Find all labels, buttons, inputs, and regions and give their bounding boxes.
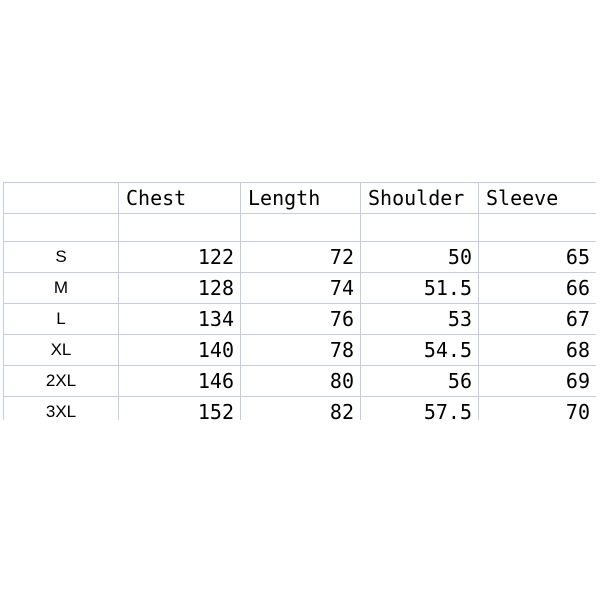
cell-length: 78 [240,334,361,366]
cell-chest: 152 [118,396,241,420]
cell-sleeve: 68 [478,334,596,366]
cell-size: M [3,272,119,304]
table-row: M 128 74 51.5 66 [3,272,596,304]
table-row: 3XL 152 82 57.5 70 [3,396,596,420]
cell-length: 72 [240,241,361,273]
table-row: L 134 76 53 67 [3,303,596,335]
spacer-cell-shoulder [360,213,479,242]
cell-size: 2XL [3,365,119,397]
cell-length: 76 [240,303,361,335]
cell-shoulder: 51.5 [360,272,479,304]
spacer-cell-length [240,213,361,242]
cell-sleeve: 67 [478,303,596,335]
cell-chest: 122 [118,241,241,273]
column-header-size [3,182,119,214]
cell-chest: 128 [118,272,241,304]
table-header-row: Chest Length Shoulder Sleeve [3,182,596,214]
spacer-cell-chest [118,213,241,242]
cell-length: 82 [240,396,361,420]
table-row: 2XL 146 80 56 69 [3,365,596,397]
cell-size: L [3,303,119,335]
cell-sleeve: 69 [478,365,596,397]
cell-chest: 134 [118,303,241,335]
cell-length: 80 [240,365,361,397]
cell-size: S [3,241,119,273]
cell-sleeve: 65 [478,241,596,273]
cell-shoulder: 53 [360,303,479,335]
spacer-cell-size [3,213,119,242]
cell-shoulder: 54.5 [360,334,479,366]
cell-shoulder: 57.5 [360,396,479,420]
table-row: XL 140 78 54.5 68 [3,334,596,366]
size-chart-container: Chest Length Shoulder Sleeve S 122 72 50… [3,182,596,420]
column-header-sleeve: Sleeve [478,182,596,214]
column-header-length: Length [240,182,361,214]
cell-sleeve: 70 [478,396,596,420]
cell-shoulder: 56 [360,365,479,397]
cell-length: 74 [240,272,361,304]
column-header-shoulder: Shoulder [360,182,479,214]
cell-shoulder: 50 [360,241,479,273]
size-chart-table: Chest Length Shoulder Sleeve S 122 72 50… [3,182,596,420]
column-header-chest: Chest [118,182,241,214]
cell-size: XL [3,334,119,366]
cell-chest: 140 [118,334,241,366]
table-row: S 122 72 50 65 [3,241,596,273]
cell-sleeve: 66 [478,272,596,304]
cell-chest: 146 [118,365,241,397]
cell-size: 3XL [3,396,119,420]
table-spacer-row [3,213,596,242]
spacer-cell-sleeve [478,213,596,242]
